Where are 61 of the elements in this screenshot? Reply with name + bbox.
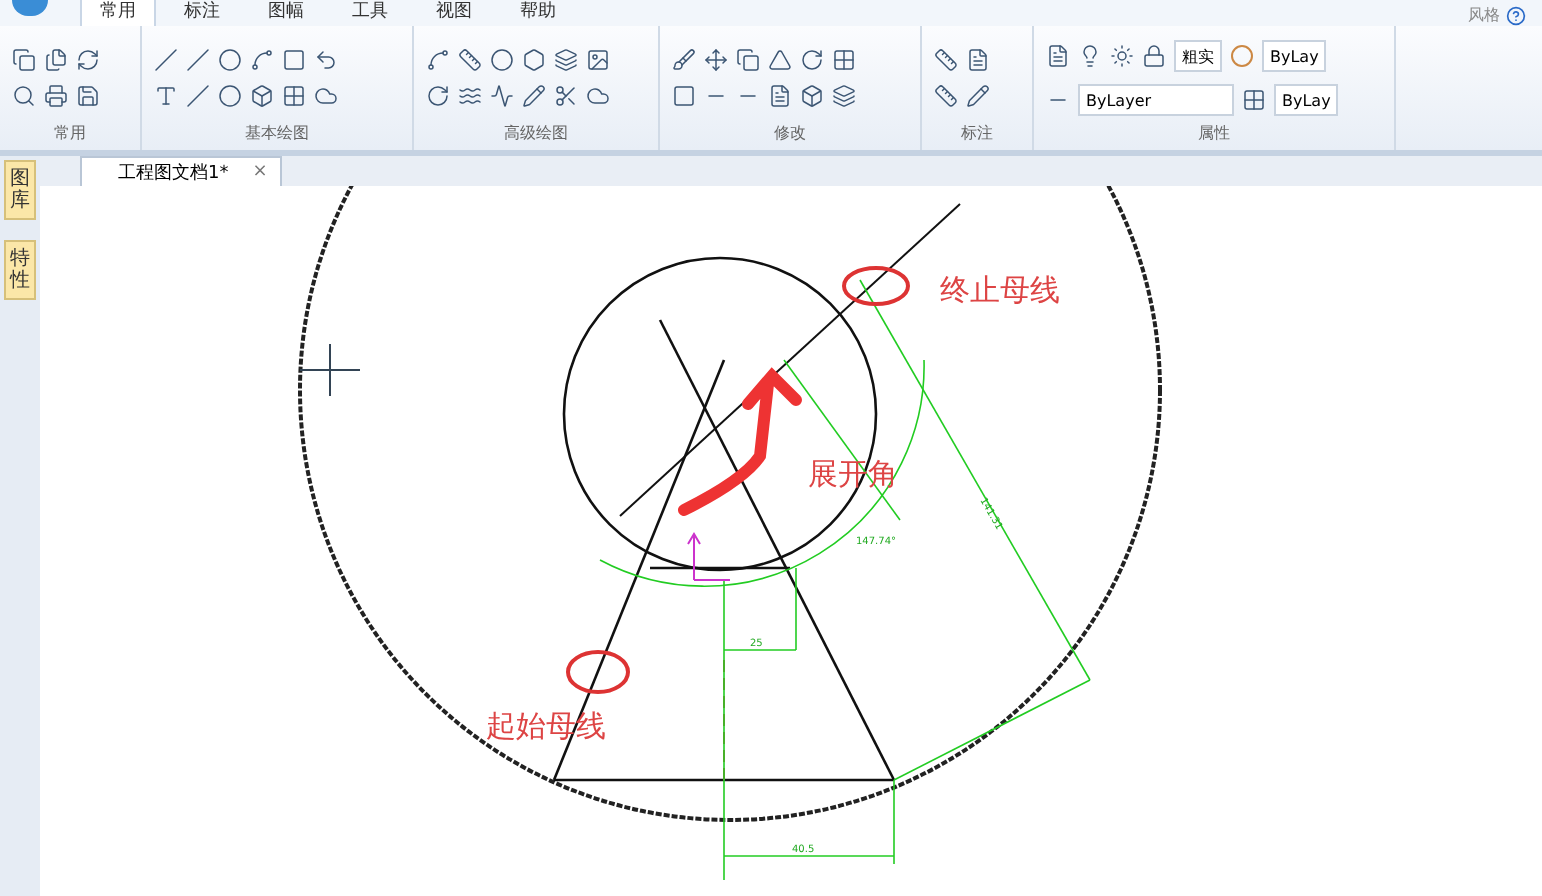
table-icon[interactable] [282, 84, 306, 108]
cloud-icon[interactable] [314, 84, 338, 108]
document-tab[interactable]: 工程图文档1* × [80, 156, 282, 186]
layers-icon[interactable] [554, 48, 578, 72]
layers-icon[interactable] [832, 84, 856, 108]
lock-icon[interactable] [1142, 44, 1166, 68]
rectangle-icon[interactable] [282, 48, 306, 72]
ribbon-tab[interactable]: 帮助 [500, 0, 576, 26]
color-dropdown[interactable]: ByLay [1262, 40, 1327, 72]
copy-icon[interactable] [12, 48, 36, 72]
save-icon[interactable] [76, 84, 100, 108]
brush-icon[interactable] [672, 48, 696, 72]
revision-cloud-icon[interactable] [586, 84, 610, 108]
rotate-icon[interactable] [426, 84, 450, 108]
search-icon[interactable] [12, 84, 36, 108]
rotate-icon[interactable] [800, 48, 824, 72]
polygon-icon[interactable] [522, 48, 546, 72]
lightbulb-icon[interactable] [1078, 44, 1102, 68]
spline-icon[interactable] [426, 48, 450, 72]
group-label: 基本绘图 [243, 122, 311, 146]
ribbon-tab[interactable]: 常用 [80, 0, 156, 26]
ribbon-tab[interactable]: 图幅 [248, 0, 324, 26]
refresh-icon[interactable] [76, 48, 100, 72]
zigzag-icon[interactable] [490, 84, 514, 108]
duplicate-icon[interactable] [736, 48, 760, 72]
circle-icon[interactable] [218, 48, 242, 72]
wave-icon[interactable] [458, 84, 482, 108]
printer-icon[interactable] [44, 84, 68, 108]
text-icon[interactable] [154, 84, 178, 108]
document-icon[interactable] [768, 84, 792, 108]
crosshair-icon [299, 343, 361, 397]
arc-icon[interactable] [250, 48, 274, 72]
group-label: 常用 [52, 122, 88, 146]
edit-icon[interactable] [966, 84, 990, 108]
group-label: 属性 [1196, 122, 1232, 146]
move-icon[interactable] [704, 48, 728, 72]
line-style-dropdown[interactable]: ByLay [1274, 84, 1339, 116]
box-icon[interactable] [800, 84, 824, 108]
pages-icon[interactable] [44, 48, 68, 72]
help-icon[interactable] [1506, 5, 1526, 25]
annotation-label: 终止母线 [940, 272, 1060, 308]
ribbon-tab[interactable]: 工具 [332, 0, 408, 26]
curve-arrow-icon[interactable] [314, 48, 338, 72]
side-panel-tab[interactable]: 图库 [4, 160, 36, 220]
ribbon-tab[interactable]: 标注 [164, 0, 240, 26]
axis-icon [687, 532, 731, 581]
highlight-ellipse [842, 266, 910, 306]
side-panel-tab[interactable]: 特性 [4, 240, 36, 300]
line-type-dropdown[interactable]: 粗实 [1174, 40, 1222, 72]
group-label: 标注 [959, 122, 995, 146]
image-icon[interactable] [586, 48, 610, 72]
line-width-dropdown[interactable]: ByLayer [1078, 84, 1234, 116]
ribbon-tab[interactable]: 视图 [416, 0, 492, 26]
annotation-label: 起始母线 [486, 708, 606, 744]
scissors-icon[interactable] [554, 84, 578, 108]
group-label: 高级绘图 [502, 122, 570, 146]
line-icon[interactable] [154, 48, 178, 72]
highlight-ellipse [566, 650, 630, 694]
sun-icon[interactable] [1110, 44, 1134, 68]
close-icon[interactable]: × [252, 162, 268, 182]
group-label: 修改 [772, 122, 808, 146]
